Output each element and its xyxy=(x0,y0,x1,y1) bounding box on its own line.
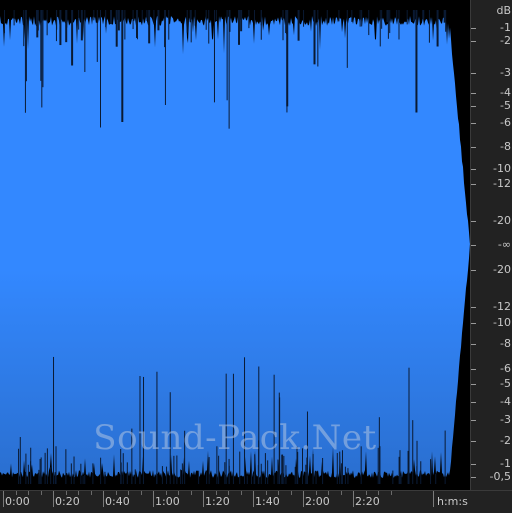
time-minor-tick xyxy=(390,491,392,495)
db-label: -2 xyxy=(500,434,511,447)
db-tick xyxy=(471,402,476,403)
time-minor-tick xyxy=(90,491,92,495)
time-minor-tick xyxy=(240,491,242,495)
db-label: -20 xyxy=(493,214,511,227)
time-minor-tick xyxy=(65,491,67,495)
time-tick xyxy=(433,491,434,507)
time-minor-tick xyxy=(40,491,42,495)
db-tick xyxy=(471,464,476,465)
time-label: 0:00 xyxy=(5,495,30,508)
db-label: -4 xyxy=(500,395,511,408)
time-minor-tick xyxy=(278,491,279,495)
db-label: -5 xyxy=(500,99,511,112)
db-tick xyxy=(471,245,476,246)
db-label: -3 xyxy=(500,66,511,79)
waveform-envelope xyxy=(0,16,470,478)
db-tick xyxy=(471,106,476,107)
time-ruler[interactable]: h:m:s 0:00 0:20 0:40 1:00 1:20 1:40 2:00 2:20 xyxy=(0,490,512,513)
time-minor-tick xyxy=(365,491,367,495)
time-label: 0:40 xyxy=(105,495,130,508)
time-tick xyxy=(303,491,304,507)
audio-editor: Sound-Pack.Net dB -1 -2 -3 -4 -5 -6 -8 -10 -12 -2… xyxy=(0,0,512,513)
db-tick xyxy=(471,384,476,385)
db-label: -12 xyxy=(493,300,511,313)
time-minor-tick xyxy=(328,491,329,495)
db-label: -12 xyxy=(493,177,511,190)
time-minor-tick xyxy=(128,491,129,495)
time-minor-tick xyxy=(378,491,379,495)
db-label: -2 xyxy=(500,34,511,47)
db-tick xyxy=(471,147,476,148)
db-tick xyxy=(471,441,476,442)
db-tick xyxy=(471,270,476,271)
db-unit-label: dB xyxy=(496,4,511,17)
time-label: 1:00 xyxy=(155,495,180,508)
db-tick xyxy=(471,221,476,222)
time-tick xyxy=(203,491,204,507)
db-label: -∞ xyxy=(497,238,511,251)
db-tick xyxy=(471,184,476,185)
db-label: -8 xyxy=(500,337,511,350)
time-minor-tick xyxy=(140,491,142,495)
time-tick xyxy=(353,491,354,507)
time-label: 2:20 xyxy=(355,495,380,508)
db-tick xyxy=(471,307,476,308)
time-label: 1:40 xyxy=(255,495,280,508)
db-tick xyxy=(471,323,476,324)
db-tick xyxy=(471,369,476,370)
db-label: -4 xyxy=(500,86,511,99)
db-label: -10 xyxy=(493,162,511,175)
db-tick xyxy=(471,169,476,170)
time-tick xyxy=(153,491,154,507)
time-minor-tick xyxy=(315,491,317,495)
time-minor-tick xyxy=(28,491,29,495)
waveform-display[interactable]: Sound-Pack.Net xyxy=(0,0,470,490)
time-tick xyxy=(253,491,254,507)
db-tick xyxy=(471,41,476,42)
time-tick xyxy=(3,491,4,507)
db-label: -5 xyxy=(500,377,511,390)
time-minor-tick xyxy=(78,491,79,495)
db-tick xyxy=(471,477,476,478)
time-minor-tick xyxy=(115,491,117,495)
db-tick xyxy=(471,73,476,74)
db-label: -6 xyxy=(500,362,511,375)
time-minor-tick xyxy=(178,491,179,495)
time-minor-tick xyxy=(165,491,167,495)
db-label: -6 xyxy=(500,116,511,129)
time-tick xyxy=(53,491,54,507)
db-tick xyxy=(471,93,476,94)
db-tick xyxy=(471,420,476,421)
db-label: -0,5 xyxy=(489,470,511,483)
time-minor-tick xyxy=(290,491,292,495)
db-label: -10 xyxy=(493,316,511,329)
time-minor-tick xyxy=(228,491,229,495)
db-label: -1 xyxy=(500,21,511,34)
db-tick xyxy=(471,123,476,124)
db-label: -8 xyxy=(500,140,511,153)
db-label: -3 xyxy=(500,413,511,426)
time-tick xyxy=(103,491,104,507)
time-label: 2:00 xyxy=(305,495,330,508)
time-minor-tick xyxy=(190,491,192,495)
time-label: 0:20 xyxy=(55,495,80,508)
db-tick xyxy=(471,344,476,345)
time-minor-tick xyxy=(340,491,342,495)
time-minor-tick xyxy=(215,491,217,495)
db-label: -20 xyxy=(493,263,511,276)
time-unit-label: h:m:s xyxy=(437,495,468,508)
db-tick xyxy=(471,28,476,29)
time-minor-tick xyxy=(265,491,267,495)
time-minor-tick xyxy=(15,491,17,495)
waveform-graphic xyxy=(0,10,470,484)
db-label: -1 xyxy=(500,457,511,470)
time-label: 1:20 xyxy=(205,495,230,508)
db-ruler[interactable]: dB -1 -2 -3 -4 -5 -6 -8 -10 -12 -20 -∞ -20 -12 -10 -8-… xyxy=(470,0,512,490)
